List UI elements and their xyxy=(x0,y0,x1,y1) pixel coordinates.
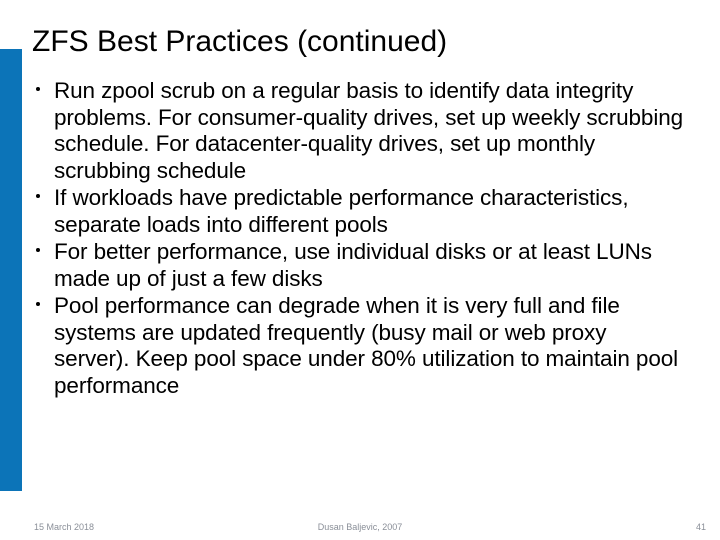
list-item: For better performance, use individual d… xyxy=(34,239,686,292)
bullet-text: For better performance, use individual d… xyxy=(54,239,652,291)
list-item: Run zpool scrub on a regular basis to id… xyxy=(34,78,686,184)
page-title: ZFS Best Practices (continued) xyxy=(32,25,692,59)
bullet-icon xyxy=(36,248,40,252)
list-item: If workloads have predictable performanc… xyxy=(34,185,686,238)
content-area: Run zpool scrub on a regular basis to id… xyxy=(34,78,686,401)
slide: ZFS Best Practices (continued) Run zpool… xyxy=(0,0,720,540)
bullet-list: Run zpool scrub on a regular basis to id… xyxy=(34,78,686,400)
accent-bar xyxy=(0,49,22,491)
bullet-text: If workloads have predictable performanc… xyxy=(54,185,628,237)
bullet-text: Pool performance can degrade when it is … xyxy=(54,293,678,398)
bullet-icon xyxy=(36,194,40,198)
list-item: Pool performance can degrade when it is … xyxy=(34,293,686,399)
bullet-text: Run zpool scrub on a regular basis to id… xyxy=(54,78,683,183)
title-area: ZFS Best Practices (continued) xyxy=(32,25,692,59)
bullet-icon xyxy=(36,302,40,306)
footer-author: Dusan Baljevic, 2007 xyxy=(0,522,720,532)
footer-page-number: 41 xyxy=(696,522,706,532)
bullet-icon xyxy=(36,87,40,91)
